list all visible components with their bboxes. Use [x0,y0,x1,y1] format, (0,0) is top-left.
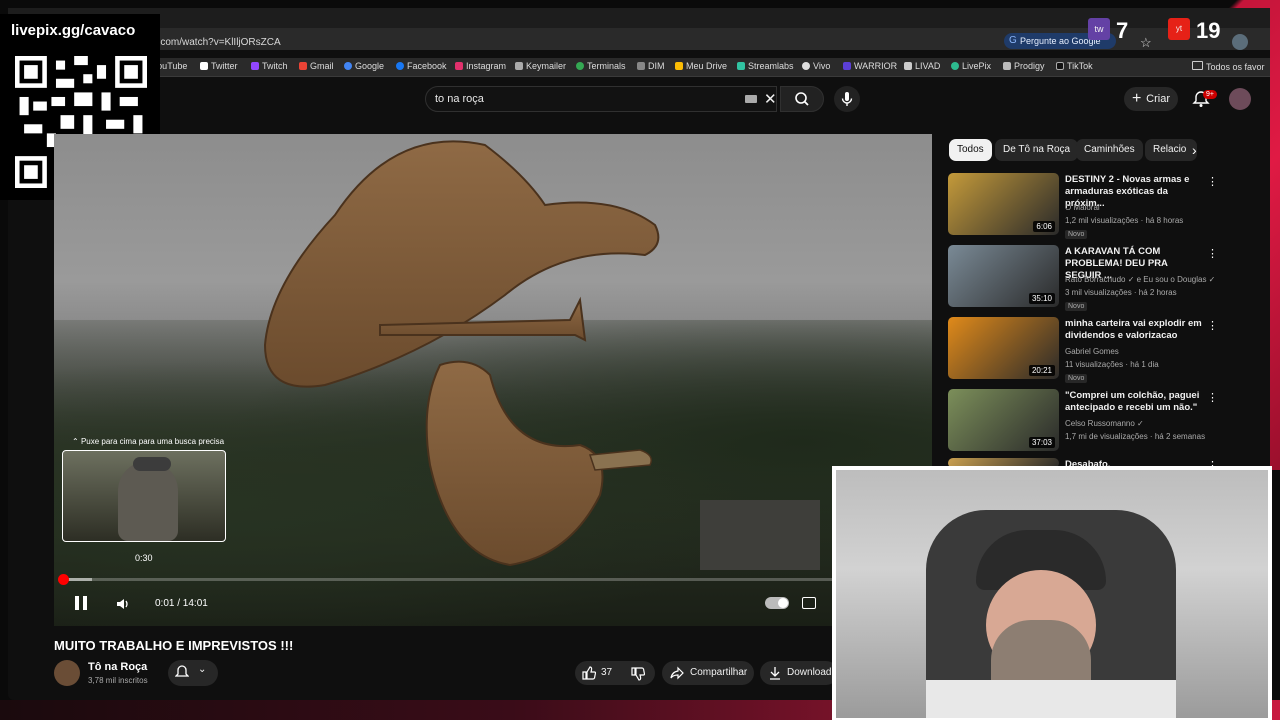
new-badge: Novo [1065,374,1088,383]
like-icon[interactable] [582,666,596,680]
seek-hint: ⌃ Puxe para cima para uma busca precisa [72,437,225,446]
plus-icon: + [1132,90,1142,107]
more-options-icon[interactable]: ⋮ [1207,175,1218,188]
chip-caminhoes[interactable]: Caminhões [1076,139,1143,161]
clear-search-icon[interactable]: ✕ [764,90,777,108]
time-display: 0:01 / 14:01 [155,598,208,609]
bookmark-item[interactable]: TikTok [1056,61,1093,71]
duration-badge: 35:10 [1028,293,1055,304]
related-channel[interactable]: Gabriel Gomes [1065,347,1119,356]
bookmark-item[interactable]: LIVAD [904,61,940,71]
search-button[interactable] [780,86,824,112]
youtube-stat-icon: yt [1168,18,1190,40]
create-button[interactable]: + Criar [1124,87,1178,111]
volume-icon[interactable] [115,596,131,612]
chevron-right-icon[interactable]: › [1192,142,1197,158]
chip-todos[interactable]: Todos [949,139,992,161]
webcam-feed [836,470,1268,718]
cowboy-logo-overlay [263,140,660,567]
bookmark-star-icon[interactable]: ☆ [1140,35,1152,51]
tab-bar [8,8,1270,28]
duration-badge: 37:03 [1028,437,1055,448]
related-title[interactable]: minha carteira vai explodir em dividendo… [1065,318,1205,342]
video-title: MUITO TRABALHO E IMPREVISTOS !!! [54,638,294,653]
subtitles-icon[interactable] [802,597,816,609]
bookmark-item[interactable]: WARRIOR [843,61,897,71]
bell-icon [175,665,189,677]
like-count: 37 [601,667,613,678]
related-channel[interactable]: Rato Borrachudo ✓ e Eu sou o Douglas ✓ [1065,275,1215,284]
new-badge: Novo [1065,230,1088,239]
search-input[interactable]: to na roça [435,93,484,105]
chip-channel[interactable]: De Tô na Roça [995,139,1079,161]
twitch-viewer-count: 7 [1116,18,1129,43]
chevron-down-icon: ⌄ [198,664,207,675]
keyboard-icon[interactable] [745,95,757,103]
profile-avatar[interactable] [1232,34,1248,50]
related-meta: 3 mil visualizações · há 2 horas [1065,288,1177,297]
more-options-icon[interactable]: ⋮ [1207,319,1218,332]
bookmark-item[interactable]: Facebook [396,61,447,71]
subscriber-count: 3,78 mil inscritos [88,676,148,685]
progress-bar[interactable] [62,578,834,581]
bookmark-item[interactable]: Prodigy [1003,61,1045,71]
related-channel[interactable]: O Maioral [1065,203,1100,212]
related-meta: 1,7 mi de visualizações · há 2 semanas [1065,432,1206,441]
channel-name[interactable]: Tô na Roça [88,661,147,673]
pause-icon[interactable] [71,593,91,613]
bookmark-item[interactable]: Twitch [251,61,288,71]
download-label: Download [787,667,832,678]
search-icon [795,92,809,106]
related-meta: 11 visualizações · há 1 dia [1065,360,1159,369]
more-options-icon[interactable]: ⋮ [1207,247,1218,260]
share-label: Compartilhar [690,667,748,678]
dislike-icon[interactable] [631,667,645,681]
bookmark-item[interactable]: DIM [637,61,665,71]
bookmark-item[interactable]: Keymailer [515,61,566,71]
bookmark-item[interactable]: Meu Drive [675,61,727,71]
youtube-viewer-count: 19 [1196,18,1221,43]
related-meta: 1,2 mil visualizações · há 8 horas [1065,216,1184,225]
bookmark-item[interactable]: Instagram [455,61,506,71]
download-icon [770,667,780,680]
bookmark-item[interactable]: Streamlabs [737,61,794,71]
new-badge: Novo [1065,302,1088,311]
duration-badge: 6:06 [1033,221,1055,232]
related-thumbnail[interactable]: 20:21 [948,317,1059,379]
channel-avatar[interactable] [54,660,80,686]
google-icon: G [1009,35,1017,46]
chip-relacionados[interactable]: Relacio [1145,139,1197,161]
duration-badge: 20:21 [1028,365,1055,376]
bookmark-item[interactable]: Twitter [200,61,238,71]
seek-preview-thumbnail [62,450,226,542]
video-scenery-house [700,500,820,570]
seek-preview-time: 0:30 [135,553,153,563]
related-channel[interactable]: Celso Russomanno ✓ [1065,419,1144,428]
notification-count-badge: 9+ [1203,90,1217,99]
bookmark-folder[interactable]: Todos os favor [1192,61,1265,72]
more-options-icon[interactable]: ⋮ [1207,391,1218,404]
related-thumbnail[interactable]: 35:10 [948,245,1059,307]
bookmark-item[interactable]: Google [344,61,384,71]
subscription-bell-button[interactable]: ⌄ [168,660,218,686]
bookmark-item[interactable]: Gmail [299,61,334,71]
bookmark-item[interactable]: Terminals [576,61,626,71]
bookmark-item[interactable]: Vivo [802,61,830,71]
microphone-icon [841,92,853,106]
autoplay-toggle[interactable] [765,597,789,609]
livepix-url: livepix.gg/cavaco [11,22,136,39]
related-title[interactable]: "Comprei um colchão, paguei antecipado e… [1065,390,1205,414]
related-thumbnail[interactable]: 37:03 [948,389,1059,451]
twitch-stat-icon: tw [1088,18,1110,40]
account-avatar[interactable] [1229,88,1251,110]
voice-search-button[interactable] [834,86,860,112]
share-icon [670,666,684,680]
related-thumbnail[interactable]: 6:06 [948,173,1059,235]
url-text[interactable]: e.com/watch?v=KlIljORsZCA [152,37,281,48]
bookmark-item[interactable]: LivePix [951,61,991,71]
progress-scrubber-handle[interactable] [58,574,69,585]
